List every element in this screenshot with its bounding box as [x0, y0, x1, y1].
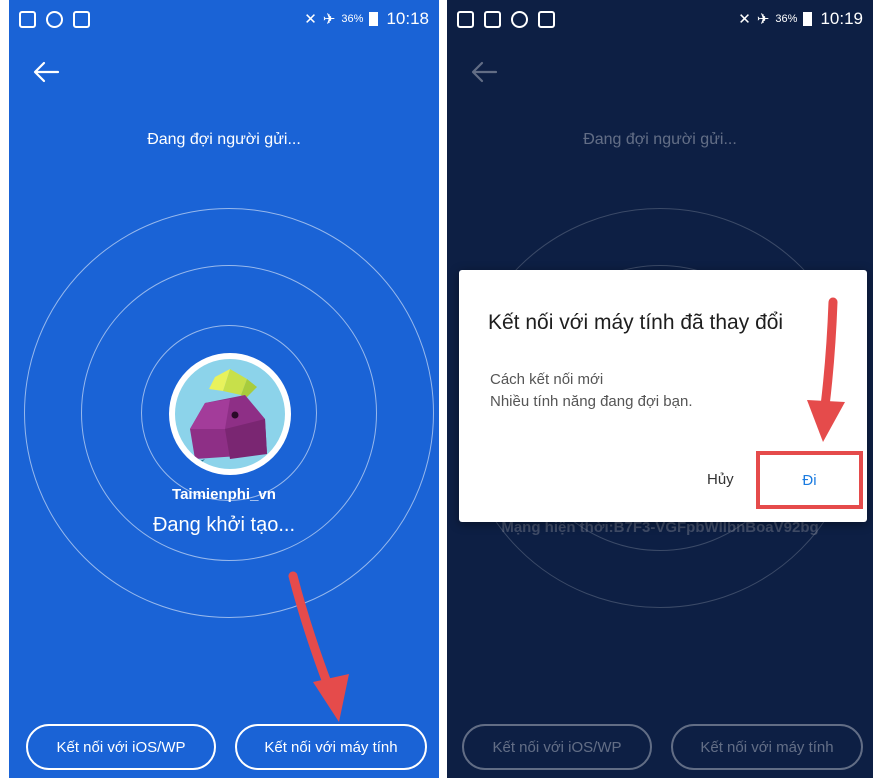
- connect-pc-button[interactable]: Kết nối với máy tính: [235, 724, 427, 770]
- back-arrow-icon: [469, 57, 499, 87]
- status-time: 10:19: [820, 9, 863, 28]
- back-arrow-icon[interactable]: [31, 57, 61, 87]
- dialog-message: Cách kết nối mới Nhiều tính năng đang đợ…: [490, 369, 693, 413]
- power-notification-icon: [46, 10, 63, 28]
- dialog-message-line1: Cách kết nối mới: [490, 371, 604, 388]
- status-time: 10:18: [386, 9, 429, 28]
- left-phone-screen: ✕ ✈ 36% 10:18 Đang đợi người gửi... Taim…: [9, 0, 439, 778]
- annotation-arrow: [807, 297, 845, 442]
- power-notification-icon: [511, 10, 528, 28]
- waiting-text: Đang đợi người gửi...: [583, 131, 737, 148]
- dialog-cancel-button[interactable]: Hủy: [707, 471, 734, 488]
- dialog-title: Kết nối với máy tính đã thay đổi: [488, 311, 784, 334]
- gallery-notification-icon: [19, 10, 36, 28]
- gallery-notification-icon: [484, 10, 501, 28]
- waiting-text: Đang đợi người gửi...: [147, 131, 301, 148]
- connect-ios-wp-button: Kết nối với iOS/WP: [462, 724, 652, 770]
- connect-ios-wp-button[interactable]: Kết nối với iOS/WP: [26, 724, 216, 770]
- connect-pc-button: Kết nối với máy tính: [671, 724, 863, 770]
- device-username: Taimienphi_vn: [172, 486, 276, 503]
- status-bar: ✕ ✈ 36% 10:18: [9, 0, 439, 38]
- battery-icon: [803, 12, 813, 26]
- mute-icon: ✕: [304, 11, 317, 28]
- camera-notification-icon: [73, 10, 90, 28]
- dialog-message-line2: Nhiều tính năng đang đợi bạn.: [490, 393, 693, 410]
- airplane-icon: ✈: [322, 11, 336, 28]
- right-phone-screen: ✕ ✈ 36% 10:19 Đang đợi người gửi... Mạng…: [447, 0, 873, 778]
- avatar: [169, 353, 291, 475]
- camera-notification-icon: [538, 10, 555, 28]
- initializing-status: Đang khởi tạo...: [152, 514, 296, 536]
- mute-icon: ✕: [738, 11, 751, 28]
- annotation-arrow: [288, 571, 349, 722]
- battery-percent: 36%: [341, 13, 364, 25]
- status-bar: ✕ ✈ 36% 10:19: [447, 0, 873, 38]
- battery-icon: [369, 12, 379, 26]
- battery-percent: 36%: [775, 13, 798, 25]
- message-notification-icon: [457, 10, 474, 28]
- dialog-go-button[interactable]: Đi: [756, 451, 863, 509]
- airplane-icon: ✈: [756, 11, 770, 28]
